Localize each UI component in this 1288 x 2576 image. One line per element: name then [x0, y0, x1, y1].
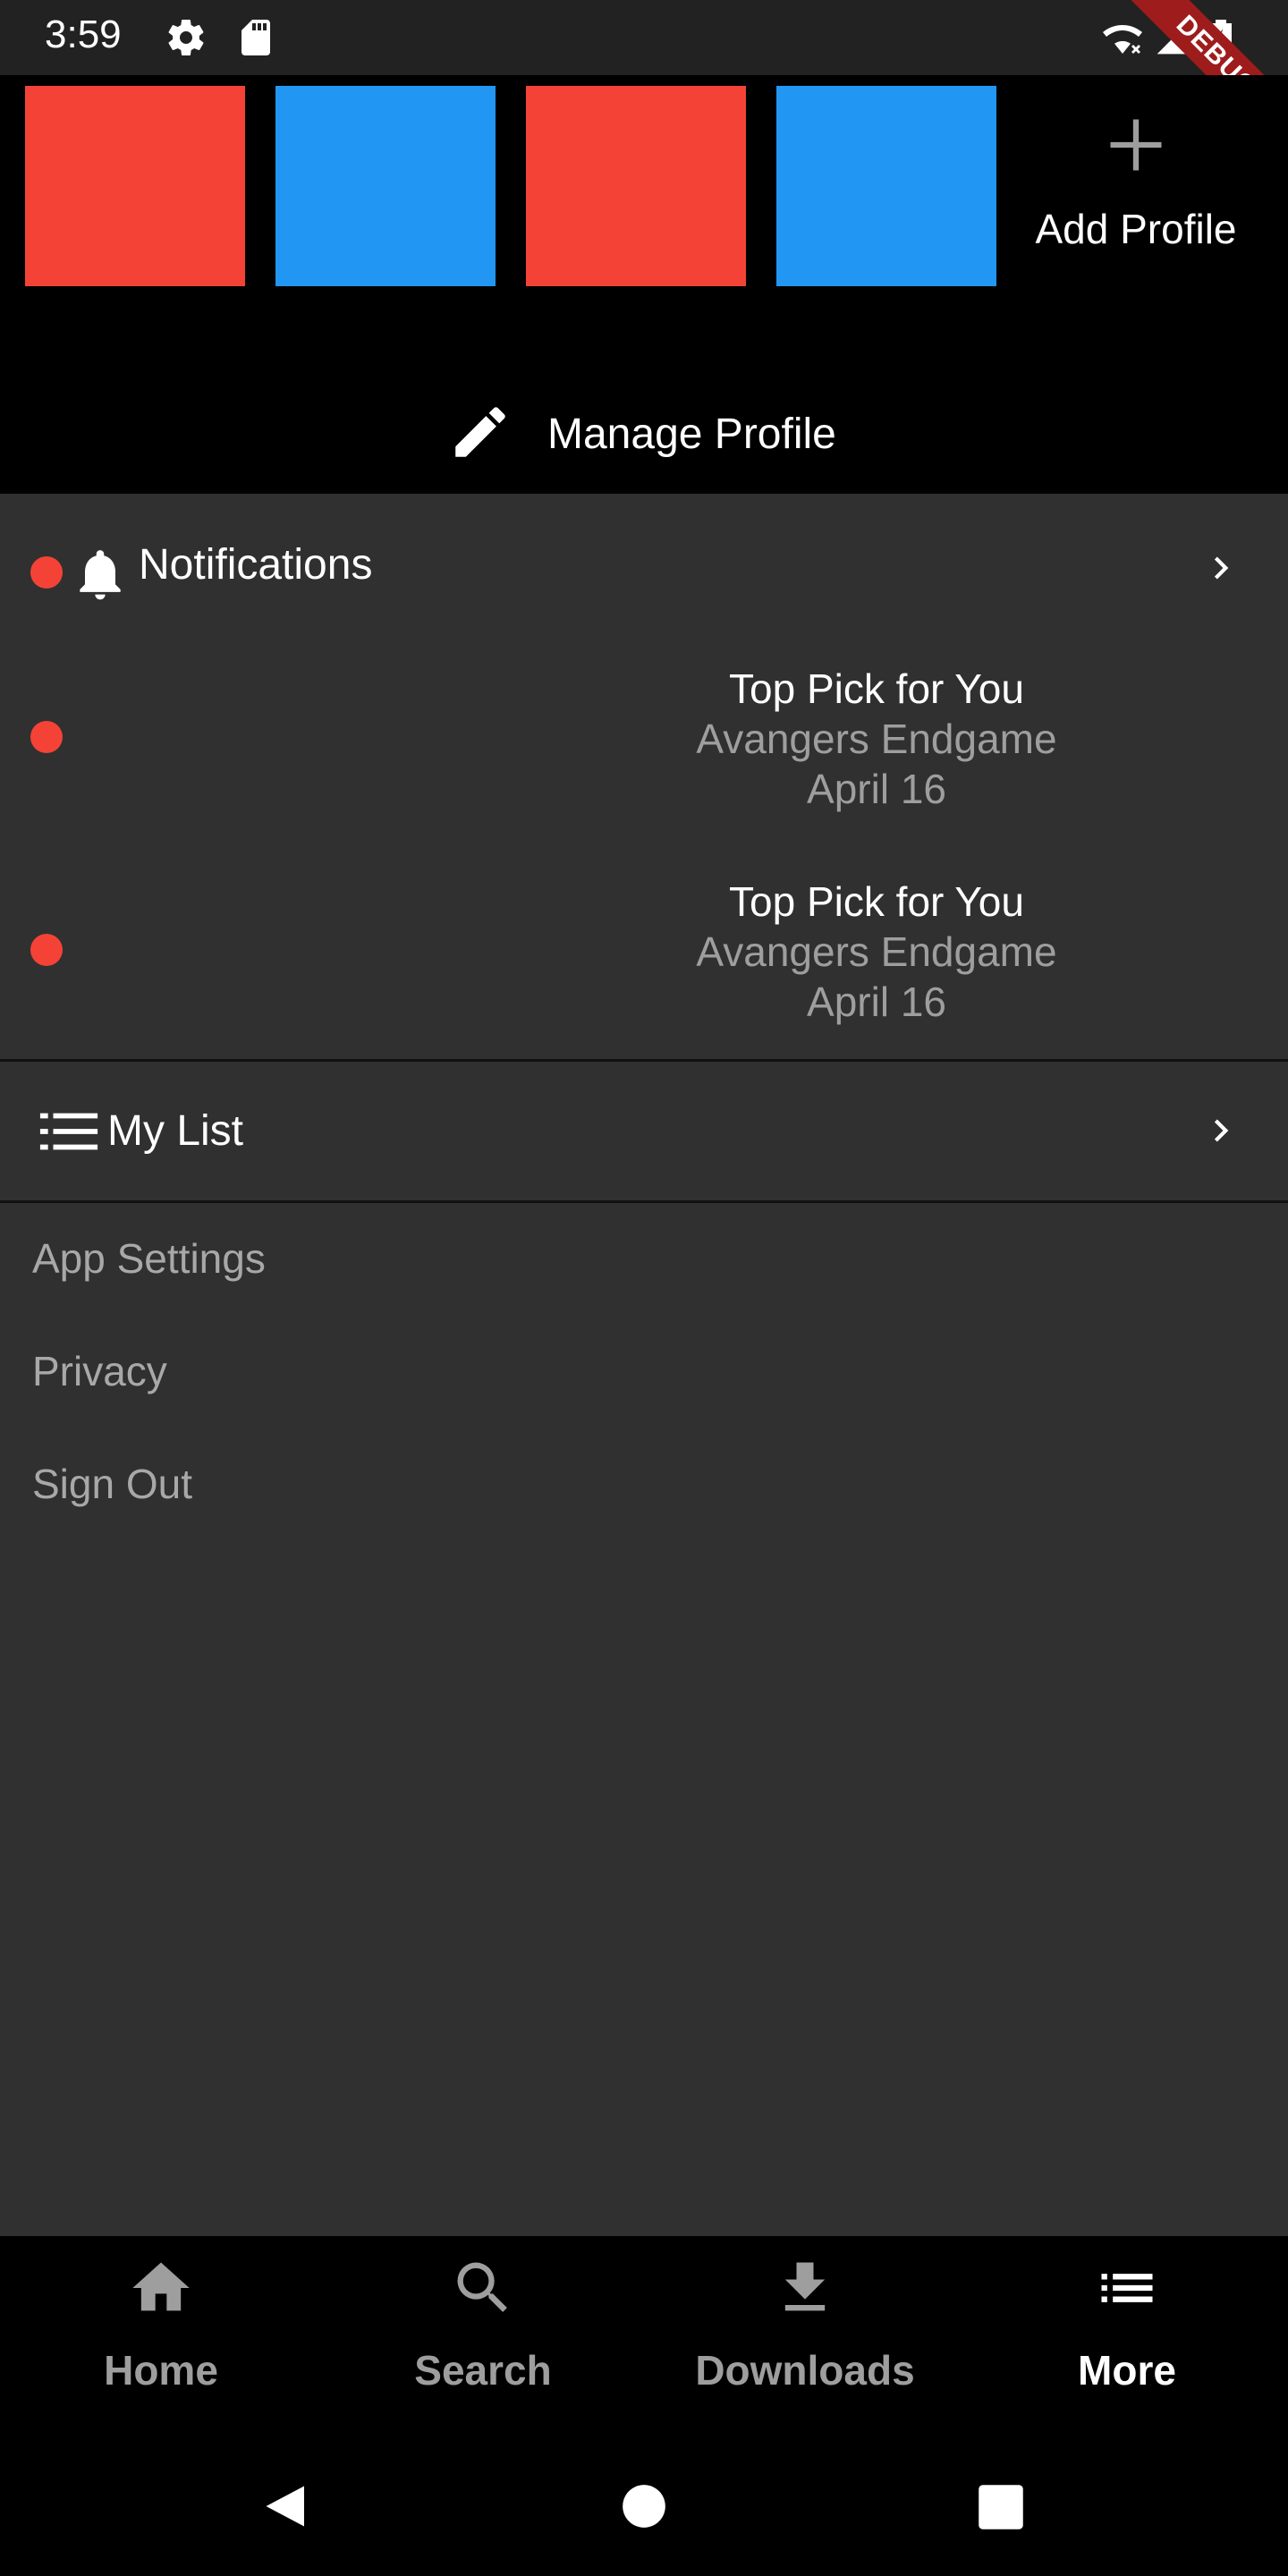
notification-subtitle: Avangers Endgame — [696, 928, 1057, 975]
nav-downloads[interactable]: Downloads — [644, 2254, 966, 2394]
notification-title: Top Pick for You — [729, 665, 1024, 712]
nav-more[interactable]: More — [966, 2254, 1288, 2394]
nav-home[interactable]: Home — [0, 2254, 322, 2394]
home-circle-icon[interactable] — [621, 2483, 667, 2534]
system-navigation-bar — [0, 2451, 1288, 2576]
manage-profile-label: Manage Profile — [547, 410, 836, 458]
home-icon — [127, 2262, 195, 2326]
bell-icon — [70, 540, 131, 613]
unread-dot — [30, 556, 63, 589]
wifi-off-icon — [1098, 16, 1147, 64]
unread-dot — [30, 934, 63, 966]
profile-tile[interactable] — [776, 86, 996, 286]
sign-out-link[interactable]: Sign Out — [32, 1453, 266, 1565]
notification-date: April 16 — [807, 979, 946, 1025]
chevron-right-icon — [1199, 1108, 1243, 1157]
recents-square-icon[interactable] — [977, 2483, 1025, 2536]
app-settings-link[interactable]: App Settings — [32, 1227, 266, 1340]
profile-header: Add Profile Manage Profile — [0, 75, 1288, 494]
signal-icon — [1154, 16, 1193, 64]
status-time: 3:59 — [45, 13, 122, 56]
nav-label: Downloads — [695, 2347, 915, 2394]
notification-item[interactable]: Top Pick for You Avangers Endgame April … — [0, 877, 1288, 1055]
add-profile-button[interactable]: Add Profile — [1020, 111, 1252, 290]
profile-tile[interactable] — [25, 86, 245, 286]
back-icon[interactable] — [259, 2478, 313, 2539]
manage-profile-button[interactable]: Manage Profile — [447, 394, 836, 474]
nav-label: Home — [104, 2347, 218, 2394]
notification-text: Top Pick for You Avangers Endgame April … — [626, 664, 1127, 814]
profile-tile[interactable] — [526, 86, 746, 286]
list-icon — [38, 1105, 100, 1163]
settings-menu: App Settings Privacy Sign Out — [32, 1227, 266, 1565]
notification-date: April 16 — [807, 766, 946, 812]
plus-icon — [1020, 111, 1252, 183]
sd-card-icon — [234, 16, 277, 64]
notification-title: Top Pick for You — [729, 878, 1024, 925]
my-list-row[interactable]: My List — [0, 1062, 1288, 1203]
pencil-icon — [447, 399, 513, 470]
bottom-navigation: Home Search Downloads More — [0, 2236, 1288, 2451]
notification-item[interactable]: Top Pick for You Avangers Endgame April … — [0, 664, 1288, 843]
nav-label: Search — [414, 2347, 552, 2394]
notifications-title: Notifications — [139, 541, 373, 589]
battery-charging-icon — [1208, 16, 1234, 64]
download-icon — [771, 2262, 839, 2326]
notifications-section: Notifications Top Pick for You Avangers … — [0, 494, 1288, 1062]
settings-icon — [165, 16, 208, 64]
nav-label: More — [1078, 2347, 1176, 2394]
privacy-link[interactable]: Privacy — [32, 1340, 266, 1453]
unread-dot — [30, 721, 63, 753]
notification-subtitle: Avangers Endgame — [696, 716, 1057, 762]
notifications-header[interactable]: Notifications — [0, 530, 1288, 601]
notification-text: Top Pick for You Avangers Endgame April … — [626, 877, 1127, 1027]
add-profile-label: Add Profile — [1035, 206, 1237, 252]
status-bar: 3:59 — [0, 0, 1288, 75]
profile-tile[interactable] — [275, 86, 496, 286]
chevron-right-icon — [1199, 546, 1243, 595]
nav-search[interactable]: Search — [322, 2254, 644, 2394]
search-icon — [449, 2262, 517, 2326]
list-icon — [1093, 2274, 1161, 2326]
my-list-label: My List — [107, 1107, 244, 1155]
